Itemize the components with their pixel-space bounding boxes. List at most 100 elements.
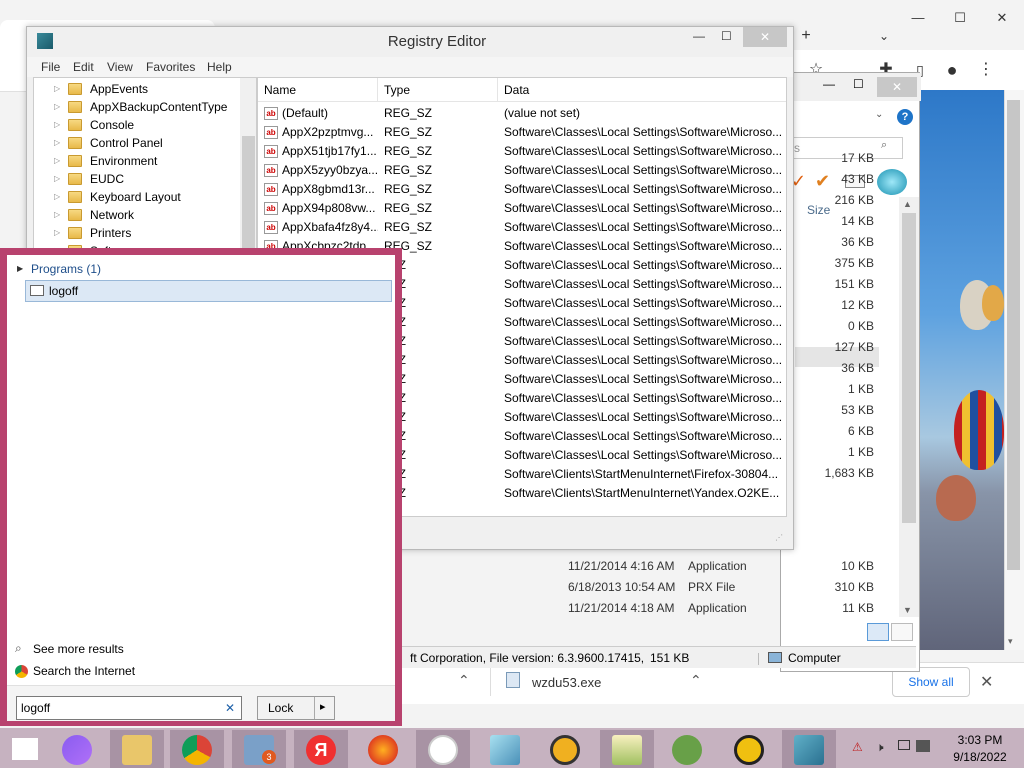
expand-arrow-icon[interactable]: ▷: [54, 134, 60, 152]
table-row[interactable]: ab AppX8gbmd13r... REG_SZ Software\Classes\…: [258, 180, 786, 199]
tree-node[interactable]: ▷ Network: [34, 206, 234, 224]
task-manager-taskbar-button[interactable]: [600, 730, 654, 768]
resize-grip-icon[interactable]: ⋰: [775, 533, 783, 542]
ribbon-expand-icon[interactable]: ⌄: [875, 109, 883, 120]
tree-node[interactable]: ▷ Console: [34, 116, 234, 134]
notes-taskbar-button[interactable]: [478, 730, 532, 768]
clock-date[interactable]: 9/18/2022: [950, 750, 1010, 764]
column-type[interactable]: Type: [378, 78, 498, 102]
utility-taskbar-button[interactable]: 3: [232, 730, 286, 768]
lock-label[interactable]: Lock: [268, 701, 293, 715]
column-data[interactable]: Data: [498, 78, 786, 102]
table-row[interactable]: ab AppXbafa4fz8y4... REG_SZ Software\Classe…: [258, 218, 786, 237]
tree-node[interactable]: ▷ EUDC: [34, 170, 234, 188]
search-internet-link[interactable]: Search the Internet: [33, 664, 135, 678]
expand-arrow-icon[interactable]: ▷: [54, 188, 60, 206]
explorer-minimize-button[interactable]: —: [823, 77, 835, 91]
close-download-bar-icon[interactable]: ✕: [980, 672, 993, 692]
table-row[interactable]: ab (Default) REG_SZ (value not set): [258, 104, 786, 123]
file-size: 17 KB: [841, 151, 874, 165]
file-row[interactable]: 11/21/2014 4:16 AM Application 10 KB: [560, 556, 880, 577]
lock-options-arrow-icon[interactable]: ▸: [320, 700, 326, 713]
explorer-scrollbar-thumb[interactable]: [902, 213, 916, 523]
expand-arrow-icon[interactable]: ▷: [54, 98, 60, 116]
scroll-down-arrow[interactable]: ▼: [903, 605, 912, 615]
value-data: Software\Classes\Local Settings\Software…: [504, 391, 783, 405]
file-date: 11/21/2014 4:18 AM: [568, 601, 675, 615]
explorer-maximize-button[interactable]: ☐: [853, 77, 864, 91]
regedit-close-button[interactable]: ✕: [743, 27, 787, 47]
clock-time[interactable]: 3:03 PM: [950, 733, 1010, 747]
file-row[interactable]: 11/21/2014 4:18 AM Application 11 KB: [560, 598, 880, 619]
programs-header[interactable]: Programs (1): [31, 262, 101, 276]
file-row[interactable]: 6/18/2013 10:54 AM PRX File 310 KB: [560, 577, 880, 598]
table-row[interactable]: ab AppX94p808vw... REG_SZ Software\Classes\…: [258, 199, 786, 218]
pointer-app-taskbar-button[interactable]: [722, 730, 776, 768]
tree-node[interactable]: ▷ Control Panel: [34, 134, 234, 152]
expand-arrow-icon[interactable]: ▷: [54, 170, 60, 188]
lock-button[interactable]: Lock ▸: [257, 696, 335, 720]
network-alert-icon[interactable]: ⚠: [852, 740, 863, 754]
chrome-menu-icon[interactable]: ⋮: [966, 52, 1006, 88]
tree-node[interactable]: ▷ Printers: [34, 224, 234, 242]
column-name[interactable]: Name: [258, 78, 378, 102]
download-chevron-icon[interactable]: ⌃: [458, 672, 470, 689]
help-icon[interactable]: ?: [897, 109, 913, 125]
see-more-results-link[interactable]: See more results: [33, 642, 124, 656]
expand-arrow-icon[interactable]: ▶: [17, 264, 23, 273]
status-details: ft Corporation, File version: 6.3.9600.1…: [410, 651, 648, 665]
scroll-up-arrow[interactable]: ▲: [903, 199, 912, 209]
download-item-name[interactable]: wzdu53.exe: [532, 675, 601, 690]
chrome-close-button[interactable]: ✕: [982, 0, 1022, 36]
tree-node[interactable]: ▷ Keyboard Layout: [34, 188, 234, 206]
table-row[interactable]: ab AppX2pzptmvg... REG_SZ Software\Classes\…: [258, 123, 786, 142]
expand-arrow-icon[interactable]: ▷: [54, 80, 60, 98]
file-explorer-taskbar-button[interactable]: [110, 730, 164, 768]
menu-file[interactable]: File: [41, 57, 60, 77]
chrome-maximize-button[interactable]: ☐: [940, 0, 980, 36]
yandex-taskbar-button[interactable]: Я: [294, 730, 348, 768]
menu-help[interactable]: Help: [207, 57, 232, 77]
search-input[interactable]: logoff ✕: [16, 696, 242, 720]
string-value-icon: ab: [264, 164, 278, 177]
regedit-maximize-button[interactable]: ☐: [721, 29, 732, 43]
folder-icon: [68, 101, 82, 113]
yandex-browser-taskbar-button[interactable]: [416, 730, 470, 768]
table-row[interactable]: ab AppX51tjb17fy1... REG_SZ Software\Classe…: [258, 142, 786, 161]
expand-arrow-icon[interactable]: ▷: [54, 116, 60, 134]
value-name: AppXbafa4fz8y4...: [282, 220, 378, 234]
value-data: Software\Classes\Local Settings\Software…: [504, 277, 783, 291]
table-row[interactable]: ab AppX5zyy0bzya... REG_SZ Software\Classes…: [258, 161, 786, 180]
explorer-close-button[interactable]: ✕: [877, 77, 917, 97]
menu-favorites[interactable]: Favorites: [146, 57, 195, 77]
expand-arrow-icon[interactable]: ▷: [54, 206, 60, 224]
start-button[interactable]: [0, 730, 54, 768]
download-item-chevron-icon[interactable]: ⌃: [690, 672, 702, 689]
chrome-minimize-button[interactable]: —: [898, 0, 938, 36]
scrollbar-thumb[interactable]: [1007, 100, 1020, 570]
display-icon[interactable]: [898, 740, 910, 750]
tree-node[interactable]: ▷ AppXBackupContentType: [34, 98, 234, 116]
alice-taskbar-button[interactable]: [50, 730, 104, 768]
details-view-icon[interactable]: [867, 623, 889, 641]
bug-app-taskbar-button[interactable]: [660, 730, 714, 768]
firefox-icon: [368, 735, 398, 765]
tree-node[interactable]: ▷ Environment: [34, 152, 234, 170]
regedit-minimize-button[interactable]: —: [693, 29, 705, 43]
search-input-value[interactable]: logoff: [21, 701, 50, 715]
result-item-logoff[interactable]: logoff: [25, 280, 392, 302]
regedit-taskbar-button[interactable]: [782, 730, 836, 768]
network-icon[interactable]: [916, 740, 930, 752]
firefox-taskbar-button[interactable]: [356, 730, 410, 768]
menu-view[interactable]: View: [107, 57, 133, 77]
clear-search-icon[interactable]: ✕: [225, 701, 235, 715]
aimp-taskbar-button[interactable]: [538, 730, 592, 768]
speaker-muted-icon[interactable]: 🕨: [876, 740, 884, 755]
expand-arrow-icon[interactable]: ▷: [54, 224, 60, 242]
menu-edit[interactable]: Edit: [73, 57, 94, 77]
expand-arrow-icon[interactable]: ▷: [54, 152, 60, 170]
chrome-taskbar-button[interactable]: [170, 730, 224, 768]
tree-node[interactable]: ▷ AppEvents: [34, 80, 234, 98]
scroll-down-arrow[interactable]: ▾: [1008, 636, 1013, 647]
large-icons-view-icon[interactable]: [891, 623, 913, 641]
